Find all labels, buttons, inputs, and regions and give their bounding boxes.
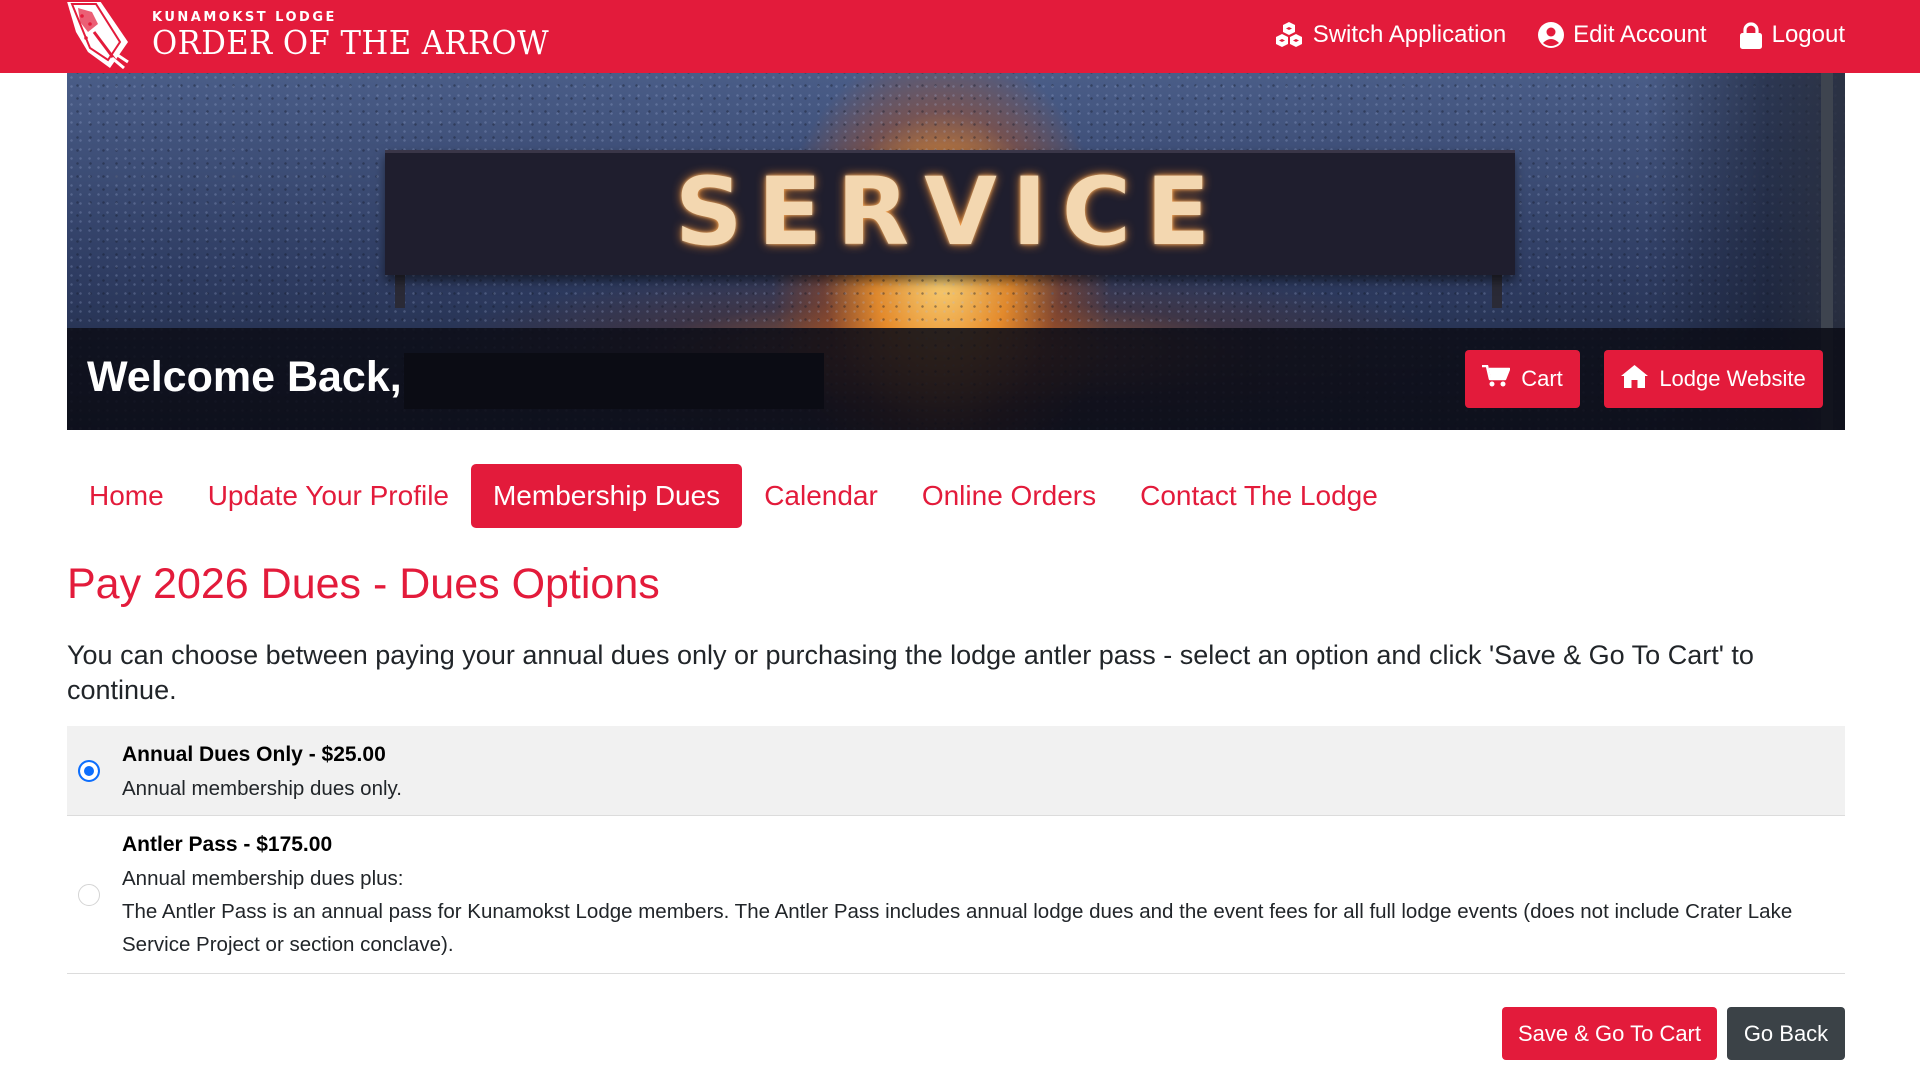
shopping-cart-icon [1482,364,1511,393]
antler-pass-radio[interactable] [78,884,100,906]
home-icon [1621,364,1649,394]
option-detail: The Antler Pass is an annual pass for Ku… [122,900,1793,956]
main-tabs: Home Update Your Profile Membership Dues… [67,464,1400,528]
edit-account-link[interactable]: Edit Account [1538,21,1707,49]
sign-leg-right [1492,273,1502,308]
redacted-user-name [404,353,824,409]
cubes-icon [1274,22,1304,48]
tab-online-orders[interactable]: Online Orders [900,464,1118,528]
cart-label: Cart [1521,366,1563,391]
cart-button[interactable]: Cart [1465,350,1580,408]
save-go-to-cart-button[interactable]: Save & Go To Cart [1502,1007,1717,1060]
user-circle-icon [1538,22,1565,48]
option-title: Annual Dues Only - $25.00 [122,743,386,766]
annual-dues-radio[interactable] [78,760,100,782]
dues-option-antler-pass[interactable]: Antler Pass - $175.00 Annual membership … [67,816,1845,974]
org-name: ORDER OF THE ARROW [152,22,550,62]
dues-option-annual[interactable]: Annual Dues Only - $25.00 Annual members… [67,726,1845,816]
go-back-button[interactable]: Go Back [1727,1007,1845,1060]
account-nav: Switch Application Edit Account Logout [1274,0,1845,70]
intro-text: You can choose between paying your annua… [67,640,1754,705]
switch-application-label: Switch Application [1312,21,1507,48]
option-description: Annual membership dues only. [122,777,402,800]
option-title: Antler Pass - $175.00 [122,833,333,856]
option-description: Annual membership dues plus: [122,867,404,890]
edit-account-label: Edit Account [1573,21,1707,48]
tab-calendar[interactable]: Calendar [742,464,900,528]
switch-application-link[interactable]: Switch Application [1274,21,1506,49]
lodge-website-button[interactable]: Lodge Website [1604,350,1823,408]
service-sign-text: SERVICE [674,158,1226,267]
arrowhead-logo-icon [58,0,144,72]
tab-contact-lodge[interactable]: Contact The Lodge [1118,464,1400,528]
top-navbar: KUNAMOKST LODGE ORDER OF THE ARROW Switc… [0,0,1920,73]
tab-membership-dues[interactable]: Membership Dues [470,464,743,528]
tab-home[interactable]: Home [67,464,186,528]
page-title: Pay 2026 Dues - Dues Options [67,560,660,608]
tab-update-profile[interactable]: Update Your Profile [186,464,471,528]
lock-icon [1739,21,1763,49]
logout-label: Logout [1771,21,1845,48]
brand-home-link[interactable]: KUNAMOKST LODGE ORDER OF THE ARROW [58,0,579,73]
lodge-website-label: Lodge Website [1659,366,1806,391]
logout-link[interactable]: Logout [1739,21,1845,49]
hero-banner: SERVICE Welcome Back, Cart Lodge Website [67,73,1845,430]
welcome-message: Welcome Back, [87,353,402,401]
sign-leg-left [395,273,405,308]
